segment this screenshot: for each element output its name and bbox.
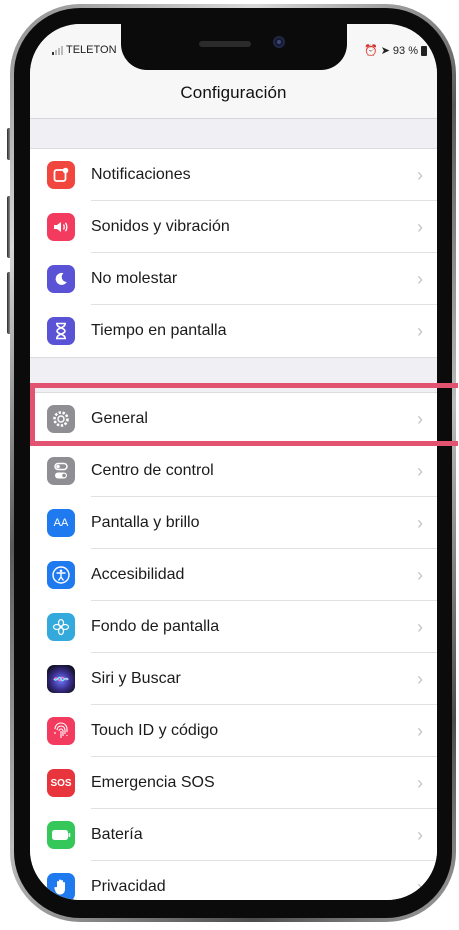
chevron-right-icon: › <box>417 825 423 845</box>
chevron-right-icon: › <box>417 461 423 481</box>
navigation-bar: Configuración <box>30 68 437 119</box>
page-title: Configuración <box>180 83 287 102</box>
battery-percent: 93 % <box>392 44 418 57</box>
settings-row-label: Batería <box>91 826 143 843</box>
settings-row-no-molestar[interactable]: No molestar › <box>30 253 437 305</box>
settings-row-label: Centro de control <box>91 462 214 479</box>
carrier-name: TELETON <box>66 44 117 56</box>
settings-row-label: Pantalla y brillo <box>91 514 200 531</box>
settings-row-accesibilidad[interactable]: Accesibilidad › <box>30 549 437 601</box>
phone-bezel: TELETON ⏰ ➤ 93 % Configuración Notificac… <box>14 8 452 918</box>
chevron-right-icon: › <box>417 513 423 533</box>
sounds-icon <box>47 213 75 241</box>
chevron-right-icon: › <box>417 877 423 897</box>
phone-screen: TELETON ⏰ ➤ 93 % Configuración Notificac… <box>30 24 437 900</box>
settings-row-sonidos[interactable]: Sonidos y vibración › <box>30 201 437 253</box>
photo-stage: TELETON ⏰ ➤ 93 % Configuración Notificac… <box>0 0 459 930</box>
settings-row-label: General <box>91 410 148 427</box>
hourglass-icon <box>47 317 75 345</box>
settings-row-touch-id[interactable]: Touch ID y código › <box>30 705 437 757</box>
chevron-right-icon: › <box>417 669 423 689</box>
alarm-icon: ⏰ <box>364 45 378 57</box>
chevron-right-icon: › <box>417 321 423 341</box>
chevron-right-icon: › <box>417 165 423 185</box>
settings-row-label: Accesibilidad <box>91 566 185 583</box>
front-camera-icon <box>272 36 285 48</box>
chevron-right-icon: › <box>417 773 423 793</box>
siri-icon <box>47 665 75 693</box>
status-indicators: ⏰ ➤ 93 % <box>364 44 427 57</box>
battery-icon <box>47 821 75 849</box>
settings-row-label: Tiempo en pantalla <box>91 322 227 339</box>
location-icon: ➤ <box>380 45 390 57</box>
settings-row-centro-de-control[interactable]: Centro de control › <box>30 445 437 497</box>
settings-row-label: Privacidad <box>91 878 166 895</box>
settings-row-emergencia-sos[interactable]: SOS Emergencia SOS › <box>30 757 437 809</box>
settings-row-siri-y-buscar[interactable]: Siri y Buscar › <box>30 653 437 705</box>
chevron-right-icon: › <box>417 721 423 741</box>
hand-icon <box>47 873 75 900</box>
chevron-right-icon: › <box>417 565 423 585</box>
notch <box>120 24 347 70</box>
settings-row-privacidad[interactable]: Privacidad › <box>30 861 437 900</box>
moon-icon <box>47 265 75 293</box>
settings-row-fondo-de-pantalla[interactable]: Fondo de pantalla › <box>30 601 437 653</box>
settings-row-notificaciones[interactable]: Notificaciones › <box>30 149 437 201</box>
speaker-grille <box>198 41 251 47</box>
gear-icon <box>47 405 75 433</box>
settings-row-label: Notificaciones <box>91 166 191 183</box>
notifications-icon <box>47 161 75 189</box>
chevron-right-icon: › <box>417 217 423 237</box>
chevron-right-icon: › <box>417 617 423 637</box>
carrier-indicator: TELETON <box>52 44 117 56</box>
settings-group-system: General › Centro de control › AA Pantall… <box>30 392 437 900</box>
wallpaper-icon <box>47 613 75 641</box>
settings-row-label: Emergencia SOS <box>91 774 215 791</box>
settings-row-pantalla-y-brillo[interactable]: AA Pantalla y brillo › <box>30 497 437 549</box>
display-brightness-icon: AA <box>47 509 75 537</box>
settings-group-alerts: Notificaciones › Sonidos y vibración › N… <box>30 148 437 358</box>
settings-row-label: No molestar <box>91 270 178 287</box>
battery-status-icon <box>421 45 427 56</box>
signal-icon <box>52 45 63 55</box>
control-center-icon <box>47 457 75 485</box>
settings-row-bateria[interactable]: Batería › <box>30 809 437 861</box>
settings-row-label: Fondo de pantalla <box>91 618 220 635</box>
settings-row-label: Touch ID y código <box>91 722 219 739</box>
settings-row-general[interactable]: General › <box>30 393 437 445</box>
chevron-right-icon: › <box>417 269 423 289</box>
accessibility-icon <box>47 561 75 589</box>
chevron-right-icon: › <box>417 409 423 429</box>
settings-row-tiempo-en-pantalla[interactable]: Tiempo en pantalla › <box>30 305 437 357</box>
sos-icon: SOS <box>47 769 75 797</box>
fingerprint-icon <box>47 717 75 745</box>
settings-row-label: Sonidos y vibración <box>91 218 230 235</box>
settings-row-label: Siri y Buscar <box>91 670 181 687</box>
phone-frame: TELETON ⏰ ➤ 93 % Configuración Notificac… <box>10 4 456 922</box>
